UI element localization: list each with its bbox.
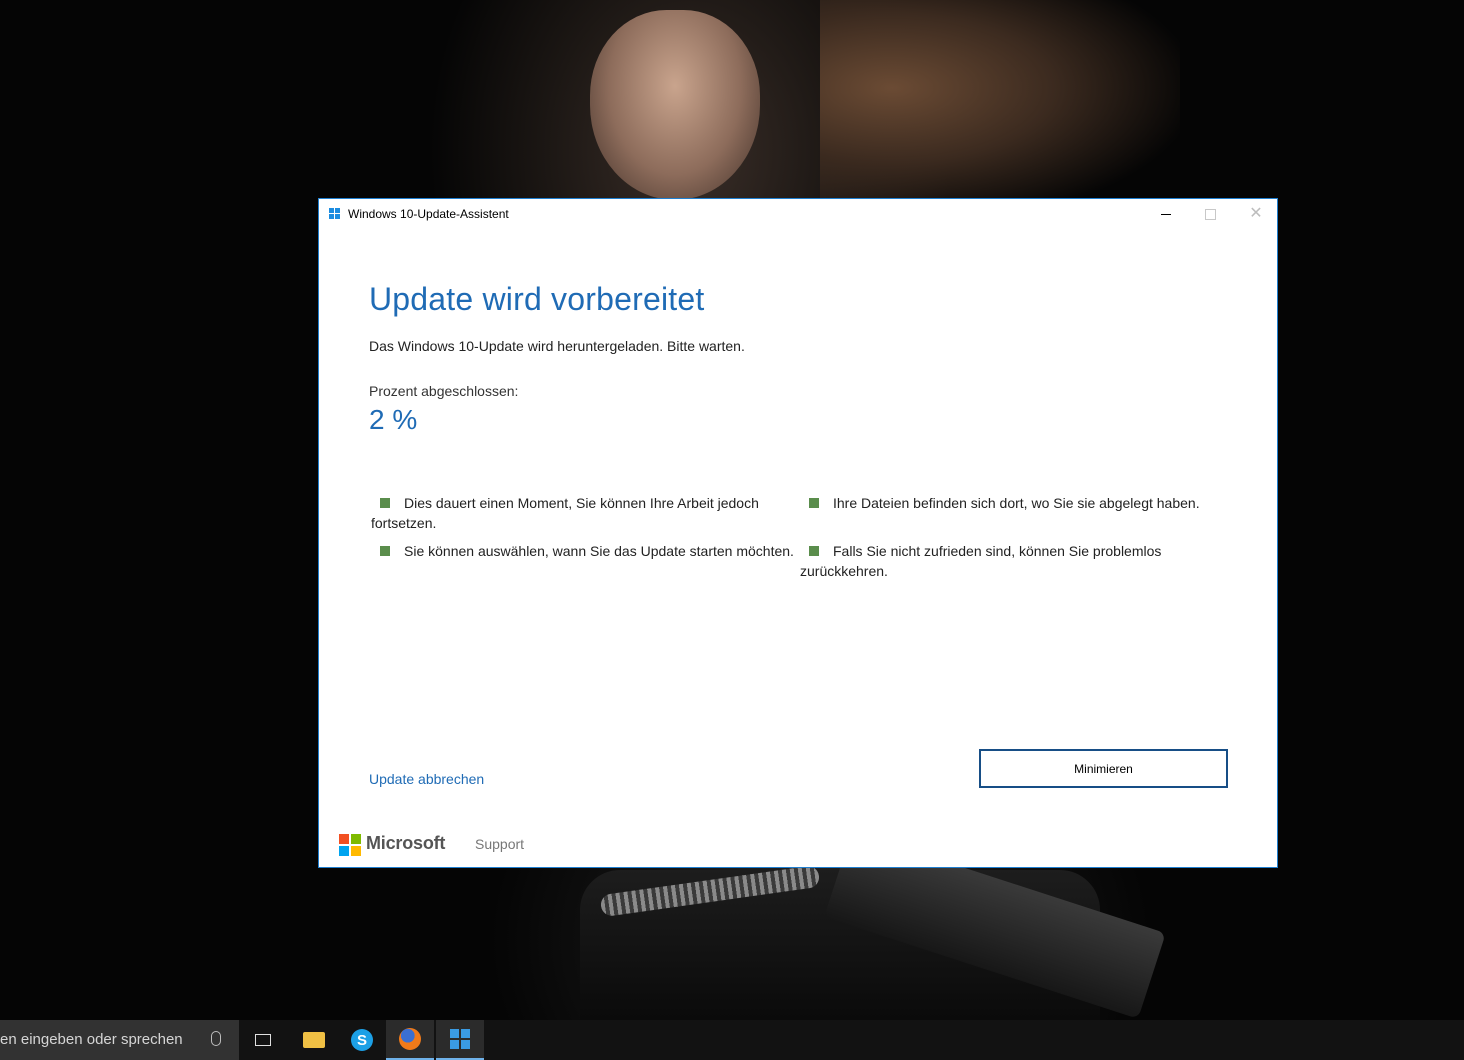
file-explorer-icon [303, 1032, 325, 1048]
close-icon: ✕ [1249, 205, 1263, 222]
support-link[interactable]: Support [475, 836, 524, 852]
firefox-icon [399, 1028, 421, 1050]
skype-icon: S [351, 1029, 373, 1051]
minimize-button[interactable]: Minimieren [979, 749, 1228, 788]
microsoft-logo-icon [339, 834, 361, 856]
task-view-icon [255, 1034, 271, 1046]
minimize-icon [1161, 214, 1171, 215]
info-bullet: Dies dauert einen Moment, Sie können Ihr… [371, 493, 791, 533]
status-description: Das Windows 10-Update wird heruntergelad… [369, 338, 745, 354]
taskbar-update-assistant[interactable] [436, 1020, 484, 1060]
microphone-icon[interactable] [211, 1031, 221, 1046]
task-view-button[interactable] [239, 1020, 287, 1060]
taskbar-firefox[interactable] [386, 1020, 434, 1060]
windows-logo-icon [329, 208, 341, 220]
bullet-text: Falls Sie nicht zufrieden sind, können S… [800, 543, 1162, 579]
wallpaper-face [590, 10, 760, 200]
window-title: Windows 10-Update-Assistent [348, 207, 509, 221]
info-bullet: Sie können auswählen, wann Sie das Updat… [371, 541, 801, 561]
cortana-search-box[interactable]: en eingeben oder sprechen [0, 1020, 239, 1060]
page-title: Update wird vorbereitet [369, 281, 705, 317]
taskbar-skype[interactable]: S [338, 1020, 386, 1060]
progress-value: 2 % [369, 404, 418, 435]
minimize-window-button[interactable] [1150, 203, 1180, 225]
bullet-text: Dies dauert einen Moment, Sie können Ihr… [371, 495, 759, 531]
progress-label: Prozent abgeschlossen: [369, 383, 519, 399]
info-bullet: Ihre Dateien befinden sich dort, wo Sie … [800, 493, 1230, 513]
info-bullet: Falls Sie nicht zufrieden sind, können S… [800, 541, 1220, 581]
taskbar-file-explorer[interactable] [290, 1020, 338, 1060]
bullet-text: Ihre Dateien befinden sich dort, wo Sie … [833, 495, 1200, 511]
maximize-window-button[interactable] [1195, 203, 1225, 225]
bullet-text: Sie können auswählen, wann Sie das Updat… [404, 543, 794, 559]
close-window-button[interactable]: ✕ [1241, 203, 1271, 225]
title-bar[interactable]: Windows 10-Update-Assistent ✕ [319, 199, 1277, 229]
windows-logo-icon [450, 1029, 470, 1049]
cancel-update-link[interactable]: Update abbrechen [369, 771, 484, 787]
search-placeholder: en eingeben oder sprechen [0, 1031, 183, 1048]
taskbar: en eingeben oder sprechen S [0, 1020, 1464, 1060]
bullet-square-icon [809, 498, 819, 508]
minimize-button-label: Minimieren [1074, 761, 1133, 776]
wallpaper-hair [820, 0, 1180, 220]
update-assistant-window: Windows 10-Update-Assistent ✕ Update wir… [318, 198, 1278, 868]
bullet-square-icon [809, 546, 819, 556]
microsoft-brand: Microsoft [366, 833, 446, 853]
maximize-icon [1205, 209, 1216, 220]
bullet-square-icon [380, 498, 390, 508]
bullet-square-icon [380, 546, 390, 556]
